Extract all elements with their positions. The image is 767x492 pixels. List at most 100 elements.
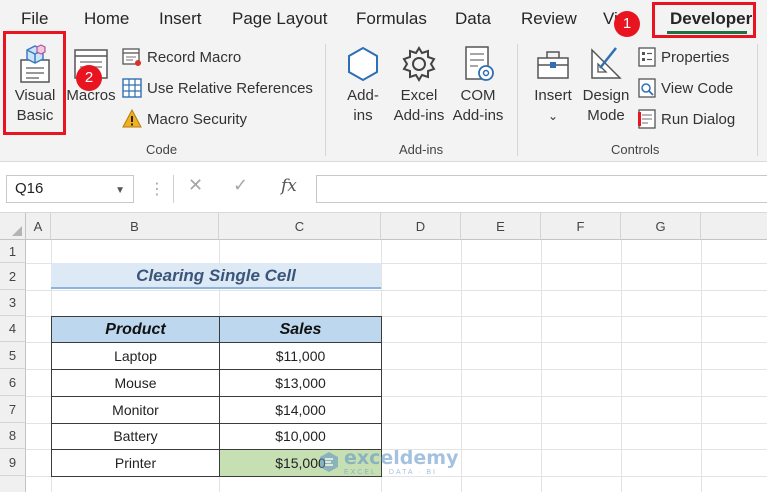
- table-cell-product[interactable]: Printer: [51, 449, 220, 477]
- run-dialog-button[interactable]: Run Dialog: [638, 109, 735, 129]
- select-all-corner[interactable]: [0, 213, 26, 240]
- column-header-a[interactable]: A: [26, 213, 51, 240]
- macro-security-label: Macro Security: [147, 110, 248, 128]
- table-header-product[interactable]: Product: [51, 316, 220, 343]
- hexagon-addins-icon: [348, 46, 378, 82]
- row-header-10[interactable]: [0, 476, 26, 492]
- table-cell-product[interactable]: Mouse: [51, 369, 220, 397]
- ribbon: Visual Basic Macros 2 Record Macro Use R…: [0, 31, 767, 162]
- tab-data[interactable]: Data: [455, 9, 491, 29]
- gridline: [621, 240, 622, 492]
- tab-formulas[interactable]: Formulas: [356, 9, 427, 29]
- gridline: [541, 240, 542, 492]
- tab-insert[interactable]: Insert: [159, 9, 202, 29]
- design-mode-button[interactable]: Design Mode: [580, 44, 632, 126]
- visual-basic-label-2: Basic: [16, 107, 54, 124]
- add-ins-label-2: ins: [353, 107, 373, 124]
- tab-developer[interactable]: Developer: [670, 9, 752, 29]
- use-relative-references-button[interactable]: Use Relative References: [122, 78, 313, 98]
- divider: [173, 175, 174, 203]
- excel-add-ins-label-1: Excel: [400, 87, 438, 104]
- gridline: [701, 240, 702, 492]
- record-macro-button[interactable]: Record Macro: [122, 47, 241, 67]
- row-header-4[interactable]: 4: [0, 316, 26, 342]
- column-header-c[interactable]: C: [219, 213, 381, 240]
- insert-controls-button[interactable]: Insert ⌄: [527, 44, 579, 126]
- view-code-label: View Code: [661, 79, 734, 97]
- run-dialog-icon: [638, 109, 656, 129]
- worksheet-grid: A B C D E F G 1 2 3 4 5 6 7 8 9 Clearing…: [0, 213, 767, 492]
- gridline: [26, 290, 767, 291]
- table-cell-sales[interactable]: $11,000: [219, 342, 382, 370]
- view-code-button[interactable]: View Code: [638, 78, 733, 98]
- toolbox-icon: [537, 51, 569, 79]
- step-badge-1: 1: [614, 11, 640, 37]
- visual-basic-button[interactable]: Visual Basic: [4, 44, 66, 126]
- properties-icon: [638, 47, 656, 67]
- use-relative-references-label: Use Relative References: [147, 79, 313, 97]
- name-box[interactable]: Q16 ▼: [6, 175, 134, 203]
- group-separator: [757, 44, 758, 156]
- tab-home[interactable]: Home: [84, 9, 129, 29]
- enter-icon[interactable]: ✓: [233, 175, 248, 196]
- group-label-code: Code: [146, 142, 178, 157]
- com-add-ins-icon: [465, 46, 494, 81]
- name-box-value: Q16: [15, 180, 44, 197]
- excel-add-ins-button[interactable]: Excel Add-ins: [391, 44, 447, 126]
- row-header-3[interactable]: 3: [0, 290, 26, 316]
- column-header-d[interactable]: D: [381, 213, 461, 240]
- com-add-ins-label-1: COM: [460, 87, 496, 104]
- tab-review[interactable]: Review: [521, 9, 577, 29]
- column-header-f[interactable]: F: [541, 213, 621, 240]
- row-header-9[interactable]: 9: [0, 449, 26, 476]
- visual-basic-icon: [20, 44, 50, 83]
- column-header-h[interactable]: [701, 213, 767, 240]
- column-header-b[interactable]: B: [51, 213, 219, 240]
- column-header-g[interactable]: G: [621, 213, 701, 240]
- design-mode-label-2: Mode: [587, 107, 625, 124]
- group-separator: [325, 44, 326, 156]
- tab-file[interactable]: File: [21, 9, 48, 29]
- column-header-e[interactable]: E: [461, 213, 541, 240]
- table-cell-product[interactable]: Battery: [51, 423, 220, 450]
- group-label-add-ins: Add-ins: [399, 142, 444, 157]
- properties-label: Properties: [661, 48, 730, 66]
- com-add-ins-button[interactable]: COM Add-ins: [449, 44, 507, 126]
- sheet-title[interactable]: Clearing Single Cell: [51, 263, 381, 289]
- table-header-sales[interactable]: Sales: [219, 316, 382, 343]
- gear-icon: [402, 46, 436, 82]
- com-add-ins-label-2: Add-ins: [452, 107, 504, 124]
- row-header-6[interactable]: 6: [0, 369, 26, 396]
- table-cell-sales[interactable]: $10,000: [219, 423, 382, 450]
- warning-icon: [122, 109, 142, 128]
- macro-security-button[interactable]: Macro Security: [122, 109, 247, 129]
- properties-button[interactable]: Properties: [638, 47, 729, 67]
- run-dialog-label: Run Dialog: [661, 110, 736, 128]
- tab-page-layout[interactable]: Page Layout: [232, 9, 327, 29]
- table-cell-product[interactable]: Laptop: [51, 342, 220, 370]
- chevron-down-icon: ⌄: [547, 109, 559, 123]
- group-label-controls: Controls: [611, 142, 660, 157]
- table-cell-sales[interactable]: $13,000: [219, 369, 382, 397]
- visual-basic-label-1: Visual: [14, 87, 56, 104]
- row-header-2[interactable]: 2: [0, 263, 26, 290]
- menu-bar: File Home Insert Page Layout Formulas Da…: [0, 0, 767, 38]
- row-header-8[interactable]: 8: [0, 423, 26, 449]
- gridline: [461, 240, 462, 492]
- table-cell-sales[interactable]: $14,000: [219, 396, 382, 424]
- record-macro-icon: [122, 48, 141, 66]
- row-header-5[interactable]: 5: [0, 342, 26, 369]
- group-separator: [517, 44, 518, 156]
- insert-function-icon[interactable]: fx: [281, 176, 297, 196]
- row-header-1[interactable]: 1: [0, 240, 26, 263]
- step-badge-2: 2: [76, 65, 102, 91]
- chevron-down-icon[interactable]: ▼: [115, 185, 125, 196]
- formula-input[interactable]: [316, 175, 767, 203]
- add-ins-button[interactable]: Add- ins: [338, 44, 388, 126]
- record-macro-label: Record Macro: [147, 48, 242, 66]
- active-tab-indicator: [667, 31, 747, 34]
- row-header-7[interactable]: 7: [0, 396, 26, 423]
- cancel-icon[interactable]: ✕: [188, 175, 203, 196]
- table-cell-sales-highlighted[interactable]: $15,000: [219, 449, 382, 477]
- table-cell-product[interactable]: Monitor: [51, 396, 220, 424]
